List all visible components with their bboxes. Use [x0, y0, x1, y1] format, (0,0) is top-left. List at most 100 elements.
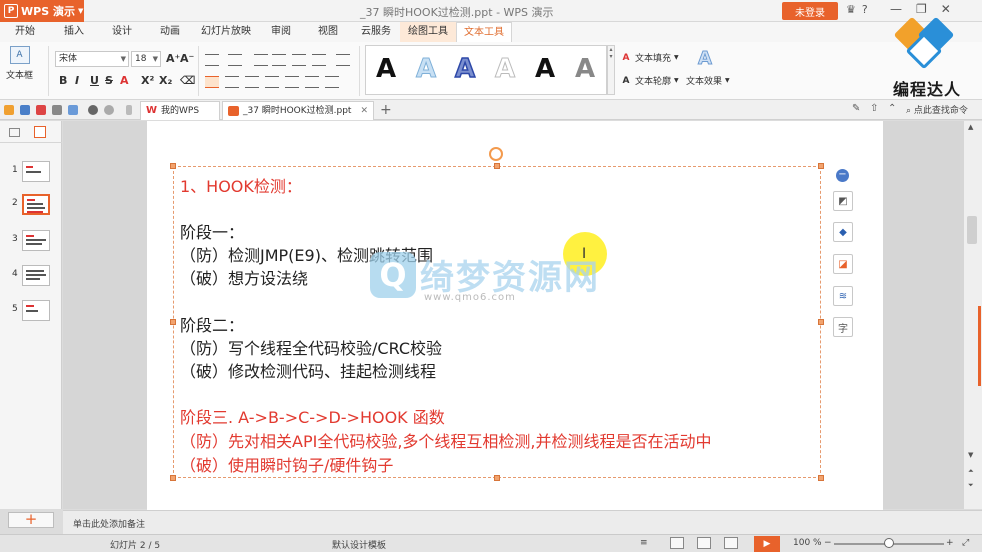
bold-icon[interactable]: B	[59, 74, 67, 87]
text-effect-button[interactable]: 文本效果 ▼	[686, 74, 730, 87]
resize-handle[interactable]	[494, 475, 500, 481]
help-button[interactable]: ?	[862, 3, 868, 16]
outline-button[interactable]: ◪	[833, 254, 853, 274]
text-direction-icon[interactable]	[336, 54, 350, 66]
next-slide-icon[interactable]: ⏷	[968, 481, 974, 490]
reading-view-icon[interactable]	[724, 537, 738, 549]
new-tab-icon[interactable]: +	[380, 102, 392, 118]
slide-thumbnail-4[interactable]	[22, 265, 50, 286]
resize-handle[interactable]	[170, 319, 176, 325]
command-search[interactable]: ⌕ 点此查找命令	[906, 103, 968, 116]
add-slide-button[interactable]: +	[8, 512, 54, 528]
undo-icon[interactable]	[88, 105, 98, 115]
font-color-icon[interactable]: A	[120, 74, 129, 87]
scroll-thumb[interactable]	[967, 216, 977, 244]
tab-my-wps[interactable]: W 我的WPS	[140, 101, 220, 120]
shape-style-button[interactable]: ◩	[833, 191, 853, 211]
align-left-icon[interactable]	[205, 76, 219, 88]
scroll-down-icon[interactable]: ▼	[968, 451, 973, 459]
text-style-black[interactable]: A	[376, 52, 396, 86]
line-spacing-icon[interactable]	[312, 54, 326, 66]
numbering-icon[interactable]	[228, 54, 242, 66]
resize-handle[interactable]	[818, 319, 824, 325]
decrease-indent-icon[interactable]	[254, 54, 268, 66]
vertical-align-icon[interactable]	[325, 76, 339, 88]
close-tab-icon[interactable]: ✕	[360, 102, 368, 120]
tab-text-tools[interactable]: 文本工具	[456, 22, 512, 42]
resize-handle[interactable]	[494, 163, 500, 169]
notes-pane[interactable]: 单击此处添加备注	[63, 510, 982, 534]
slide-thumbnail-3[interactable]	[22, 230, 50, 251]
text-style-black-bold[interactable]: A	[535, 52, 555, 86]
paragraph-spacing-icon[interactable]	[305, 76, 319, 88]
scroll-up-icon[interactable]: ▲	[968, 123, 973, 131]
text-style-blue-outline[interactable]: A	[454, 52, 476, 86]
template-name[interactable]: 默认设计模板	[332, 538, 386, 551]
tab-drawing-tools[interactable]: 绘图工具	[400, 22, 456, 42]
text-effect-icon[interactable]: A	[698, 48, 713, 70]
tab-design[interactable]: 设计	[98, 22, 146, 42]
resize-handle[interactable]	[170, 163, 176, 169]
grow-font-icon[interactable]: A⁺	[166, 52, 180, 65]
slide-view-icon[interactable]	[34, 126, 46, 138]
text-outline-button[interactable]: A 文本轮廓 ▼	[620, 74, 679, 88]
textbox-button[interactable]: A 文本框	[6, 46, 33, 81]
distribute-icon[interactable]	[285, 76, 299, 88]
tab-slideshow[interactable]: 幻灯片放映	[194, 22, 258, 42]
preview-icon[interactable]	[68, 105, 78, 115]
gallery-scroll[interactable]: ▴ ▾	[607, 45, 615, 95]
subscript-icon[interactable]: X₂	[159, 74, 172, 87]
redo-icon[interactable]	[104, 105, 114, 115]
resize-handle[interactable]	[170, 475, 176, 481]
italic-icon[interactable]: I	[75, 74, 79, 87]
customize-icon[interactable]	[126, 105, 132, 115]
notes-toggle-icon[interactable]: ≡	[640, 538, 648, 548]
zoom-slider-handle[interactable]	[884, 538, 894, 548]
print-icon[interactable]	[52, 105, 62, 115]
underline-icon[interactable]: U	[90, 74, 99, 87]
pin-icon[interactable]: ✎	[852, 103, 860, 114]
font-family-select[interactable]: 宋体 ▼	[55, 51, 129, 67]
save-icon[interactable]	[20, 105, 30, 115]
text-style-white[interactable]: A	[494, 52, 515, 86]
collapse-toolbar-icon[interactable]: −	[836, 169, 849, 182]
rotate-handle[interactable]	[489, 147, 503, 161]
slideshow-button[interactable]: ▶	[754, 536, 780, 552]
text-style-light-blue[interactable]: A	[415, 52, 436, 86]
columns-icon[interactable]	[292, 54, 306, 66]
text-effect-float-button[interactable]: 字	[833, 317, 853, 337]
zoom-level[interactable]: 100 %	[793, 538, 822, 548]
text-style-gray[interactable]: A	[575, 52, 595, 86]
superscript-icon[interactable]: X²	[141, 74, 154, 87]
login-button[interactable]: 未登录	[782, 2, 838, 20]
resize-handle[interactable]	[818, 475, 824, 481]
slide-thumbnail-2[interactable]	[22, 194, 50, 215]
bullets-icon[interactable]	[205, 54, 219, 66]
app-menu-button[interactable]: P WPS 演示 ▼	[0, 0, 84, 22]
share-icon[interactable]: ⇧	[870, 103, 878, 114]
export-pdf-icon[interactable]	[36, 105, 46, 115]
zoom-in-icon[interactable]: +	[946, 538, 954, 548]
tab-insert[interactable]: 插入	[50, 22, 98, 42]
normal-view-icon[interactable]	[670, 537, 684, 549]
tab-document[interactable]: _37 瞬时HOOK过检测.ppt ✕	[222, 101, 374, 120]
skin-icon[interactable]: ♛	[846, 3, 856, 16]
prev-slide-icon[interactable]: ⏶	[968, 467, 974, 476]
fit-window-icon[interactable]: ⤢	[962, 538, 969, 548]
strikethrough-icon[interactable]: S	[105, 74, 113, 87]
fill-button[interactable]: ◆	[833, 222, 853, 242]
text-fill-button[interactable]: A 文本填充 ▼	[620, 51, 679, 65]
tab-home[interactable]: 开始	[0, 22, 50, 42]
align-center-icon[interactable]	[225, 76, 239, 88]
collapse-icon[interactable]: ⌃	[888, 103, 896, 114]
outline-view-icon[interactable]	[9, 128, 20, 137]
tab-view[interactable]: 视图	[304, 22, 352, 42]
layers-button[interactable]: ≋	[833, 286, 853, 306]
clear-format-icon[interactable]: ⌫	[180, 74, 196, 87]
zoom-out-icon[interactable]: −	[824, 538, 832, 548]
tab-cloud[interactable]: 云服务	[352, 22, 400, 42]
slide-thumbnail-5[interactable]	[22, 300, 50, 321]
align-right-icon[interactable]	[245, 76, 259, 88]
font-size-select[interactable]: 18 ▼	[131, 51, 161, 67]
vertical-scrollbar[interactable]: ▲ ▼ ⏶ ⏷	[963, 121, 982, 509]
